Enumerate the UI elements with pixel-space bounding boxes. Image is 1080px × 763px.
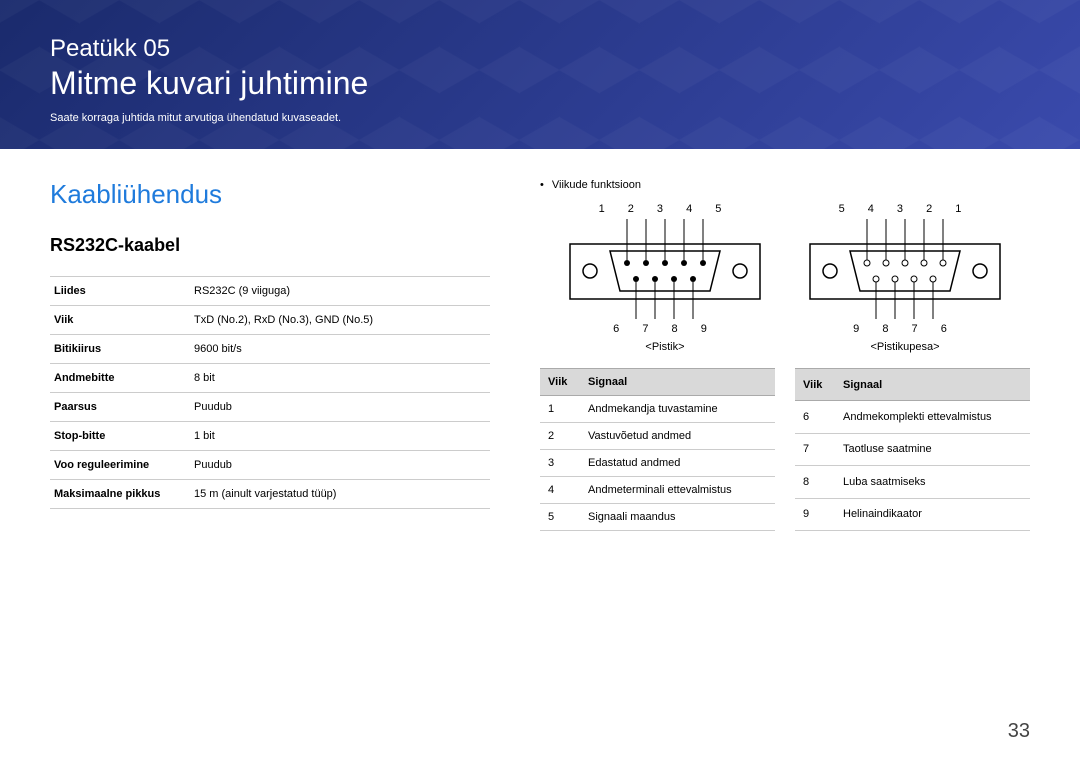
- connector-diagrams: 1 2 3 4 5: [540, 203, 1030, 353]
- chapter-title: Mitme kuvari juhtimine: [50, 65, 1030, 102]
- col-signal: Signaal: [835, 369, 1030, 401]
- db9-male-icon: [565, 219, 765, 319]
- top-pin-numbers: 1 2 3 4 5: [565, 203, 765, 215]
- table-row: 4Andmeterminali ettevalmistus: [540, 477, 775, 504]
- bottom-pin-numbers: 9 8 7 6: [805, 323, 1005, 335]
- diagram-label-male: <Pistik>: [565, 341, 765, 353]
- db9-female-icon: [805, 219, 1005, 319]
- spec-value: Puudub: [190, 451, 490, 480]
- spec-table: Liides RS232C (9 viiguga) Viik TxD (No.2…: [50, 276, 490, 509]
- col-signal: Signaal: [580, 369, 775, 396]
- table-row: 8Luba saatmiseks: [795, 466, 1030, 498]
- table-row: 5Signaali maandus: [540, 504, 775, 531]
- table-row: 1Andmekandja tuvastamine: [540, 396, 775, 423]
- spec-label: Maksimaalne pikkus: [50, 480, 190, 509]
- table-row: Maksimaalne pikkus 15 m (ainult varjesta…: [50, 480, 490, 509]
- table-row: Stop-bitte 1 bit: [50, 422, 490, 451]
- spec-label: Liides: [50, 277, 190, 306]
- pin-tables: Viik Signaal 1Andmekandja tuvastamine 2V…: [540, 368, 1030, 531]
- page-number: 33: [1008, 720, 1030, 743]
- top-pin-numbers: 5 4 3 2 1: [805, 203, 1005, 215]
- diagram-label-female: <Pistikupesa>: [805, 341, 1005, 353]
- connector-female: 5 4 3 2 1: [805, 203, 1005, 353]
- section-title: Kaabliühendus: [50, 179, 490, 210]
- col-pin: Viik: [540, 369, 580, 396]
- spec-value: 15 m (ainult varjestatud tüüp): [190, 480, 490, 509]
- left-column: Kaabliühendus RS232C-kaabel Liides RS232…: [50, 179, 490, 531]
- spec-label: Viik: [50, 306, 190, 335]
- chapter-header: Peatükk 05 Mitme kuvari juhtimine Saate …: [0, 0, 1080, 149]
- bullet-text: Viikude funktsioon: [540, 179, 1030, 191]
- spec-label: Bitikiirus: [50, 335, 190, 364]
- spec-value: 9600 bit/s: [190, 335, 490, 364]
- table-row: 9Helinaindikaator: [795, 498, 1030, 530]
- spec-label: Andmebitte: [50, 364, 190, 393]
- spec-value: RS232C (9 viiguga): [190, 277, 490, 306]
- spec-value: 1 bit: [190, 422, 490, 451]
- table-row: Andmebitte 8 bit: [50, 364, 490, 393]
- chapter-label: Peatükk 05: [50, 35, 1030, 63]
- pin-table-left: Viik Signaal 1Andmekandja tuvastamine 2V…: [540, 368, 775, 531]
- right-column: Viikude funktsioon 1 2 3 4 5: [540, 179, 1030, 531]
- spec-label: Voo reguleerimine: [50, 451, 190, 480]
- spec-label: Paarsus: [50, 393, 190, 422]
- table-row: 2Vastuvõetud andmed: [540, 423, 775, 450]
- table-header-row: Viik Signaal: [795, 369, 1030, 401]
- connector-male: 1 2 3 4 5: [565, 203, 765, 353]
- table-row: Paarsus Puudub: [50, 393, 490, 422]
- spec-label: Stop-bitte: [50, 422, 190, 451]
- spec-value: 8 bit: [190, 364, 490, 393]
- table-row: 7Taotluse saatmine: [795, 433, 1030, 465]
- chapter-subtitle: Saate korraga juhtida mitut arvutiga ühe…: [50, 112, 1030, 124]
- col-pin: Viik: [795, 369, 835, 401]
- table-row: Voo reguleerimine Puudub: [50, 451, 490, 480]
- sub-title: RS232C-kaabel: [50, 235, 490, 256]
- spec-value: Puudub: [190, 393, 490, 422]
- spec-value: TxD (No.2), RxD (No.3), GND (No.5): [190, 306, 490, 335]
- table-row: 6Andmekomplekti ettevalmistus: [795, 401, 1030, 433]
- table-row: Liides RS232C (9 viiguga): [50, 277, 490, 306]
- bottom-pin-numbers: 6 7 8 9: [565, 323, 765, 335]
- content-area: Kaabliühendus RS232C-kaabel Liides RS232…: [0, 149, 1080, 531]
- pin-table-right: Viik Signaal 6Andmekomplekti ettevalmist…: [795, 368, 1030, 531]
- table-row: Viik TxD (No.2), RxD (No.3), GND (No.5): [50, 306, 490, 335]
- table-row: Bitikiirus 9600 bit/s: [50, 335, 490, 364]
- table-row: 3Edastatud andmed: [540, 450, 775, 477]
- table-header-row: Viik Signaal: [540, 369, 775, 396]
